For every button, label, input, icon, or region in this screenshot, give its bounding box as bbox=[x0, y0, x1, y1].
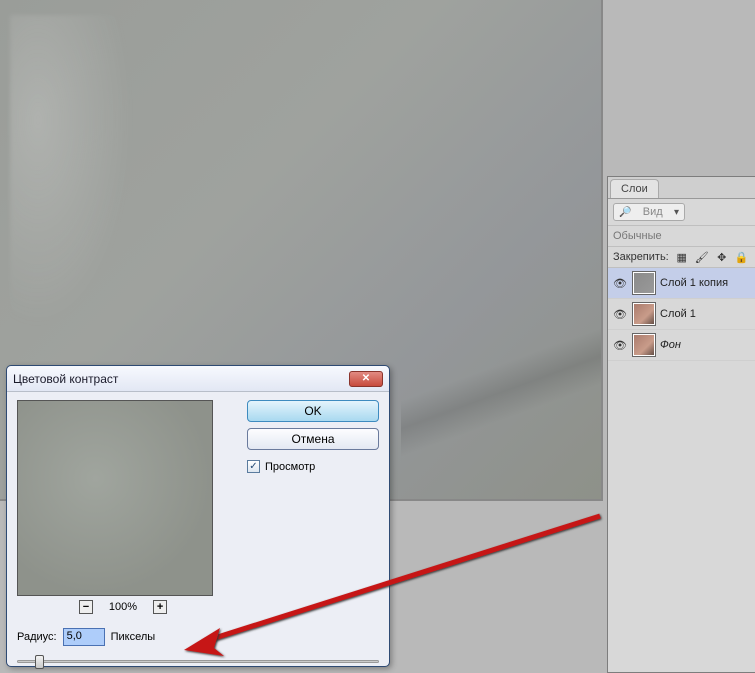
image-content bbox=[10, 15, 150, 365]
visibility-eye-icon[interactable]: 👁 bbox=[612, 337, 628, 353]
zoom-controls: − 100% + bbox=[17, 600, 229, 614]
zoom-in-button[interactable]: + bbox=[153, 600, 167, 614]
layers-filter-row: 🔎 Вид ▾ bbox=[608, 199, 755, 226]
slider-thumb[interactable] bbox=[35, 655, 44, 669]
search-icon: 🔎 bbox=[619, 207, 631, 218]
slider-track bbox=[17, 660, 379, 663]
zoom-level: 100% bbox=[109, 601, 137, 613]
radius-input[interactable]: 5,0 bbox=[63, 628, 105, 646]
layer-kind-label: Вид bbox=[643, 206, 663, 218]
dialog-title: Цветовой контраст bbox=[13, 372, 118, 386]
radius-slider[interactable] bbox=[17, 654, 379, 668]
minus-icon: − bbox=[83, 601, 89, 613]
layer-kind-dropdown[interactable]: 🔎 Вид ▾ bbox=[613, 203, 685, 221]
layer-thumbnail[interactable] bbox=[632, 302, 656, 326]
ok-button[interactable]: OK bbox=[247, 400, 379, 422]
close-icon: ✕ bbox=[362, 373, 370, 384]
chevron-down-icon: ▾ bbox=[674, 207, 679, 218]
radius-row: Радиус: 5,0 Пикселы bbox=[7, 622, 389, 652]
lock-all-icon[interactable]: 🔒 bbox=[735, 250, 749, 264]
radius-label: Радиус: bbox=[17, 631, 57, 643]
zoom-out-button[interactable]: − bbox=[79, 600, 93, 614]
layer-item[interactable]: 👁 Слой 1 копия bbox=[608, 268, 755, 299]
dialog-titlebar[interactable]: Цветовой контраст ✕ bbox=[7, 366, 389, 392]
layer-item[interactable]: 👁 Фон bbox=[608, 330, 755, 361]
blend-mode-row[interactable]: Обычные bbox=[608, 226, 755, 247]
preview-checkbox[interactable]: ✓ bbox=[247, 460, 260, 473]
layers-panel: Слои 🔎 Вид ▾ Обычные Закрепить: ▦ 🖌 ✥ 🔒 … bbox=[607, 176, 755, 673]
layer-name: Фон bbox=[660, 339, 681, 351]
checkmark-icon: ✓ bbox=[249, 461, 257, 472]
blend-mode-label: Обычные bbox=[613, 230, 662, 242]
radius-unit: Пикселы bbox=[111, 631, 156, 643]
lock-label: Закрепить: bbox=[613, 251, 669, 263]
layer-item[interactable]: 👁 Слой 1 bbox=[608, 299, 755, 330]
preview-label: Просмотр bbox=[265, 461, 315, 473]
plus-icon: + bbox=[157, 601, 163, 613]
lock-pixels-icon[interactable]: 🖌 bbox=[695, 250, 709, 264]
layer-list: 👁 Слой 1 копия 👁 Слой 1 👁 Фон bbox=[608, 268, 755, 361]
lock-position-icon[interactable]: ✥ bbox=[715, 250, 729, 264]
filter-preview[interactable] bbox=[17, 400, 213, 596]
panel-tabs: Слои bbox=[608, 177, 755, 199]
high-pass-dialog: Цветовой контраст ✕ − 100% + OK Отмена ✓ bbox=[6, 365, 390, 667]
lock-transparency-icon[interactable]: ▦ bbox=[675, 250, 689, 264]
visibility-eye-icon[interactable]: 👁 bbox=[612, 275, 628, 291]
preview-checkbox-row: ✓ Просмотр bbox=[247, 460, 379, 473]
lock-row: Закрепить: ▦ 🖌 ✥ 🔒 bbox=[608, 247, 755, 268]
layer-thumbnail[interactable] bbox=[632, 333, 656, 357]
layer-name: Слой 1 копия bbox=[660, 277, 728, 289]
layer-thumbnail[interactable] bbox=[632, 271, 656, 295]
visibility-eye-icon[interactable]: 👁 bbox=[612, 306, 628, 322]
close-button[interactable]: ✕ bbox=[349, 371, 383, 387]
cancel-button[interactable]: Отмена bbox=[247, 428, 379, 450]
layer-name: Слой 1 bbox=[660, 308, 696, 320]
tab-layers[interactable]: Слои bbox=[610, 179, 659, 198]
